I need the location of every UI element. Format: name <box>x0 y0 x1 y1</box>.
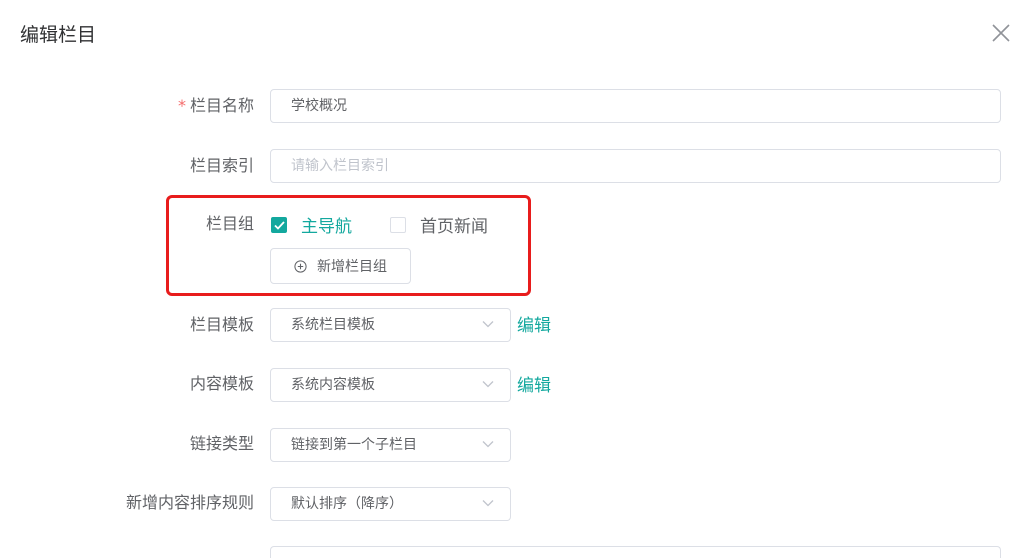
column-template-value: 系统栏目模板 <box>291 317 375 333</box>
chevron-down-icon <box>482 381 494 388</box>
group-label: 栏目组 <box>205 214 254 233</box>
dialog-title: 编辑栏目 <box>20 24 97 46</box>
content-template-value: 系统内容模板 <box>291 377 375 393</box>
column-template-edit-link[interactable]: 编辑 <box>517 309 551 343</box>
chevron-down-icon <box>482 500 494 507</box>
checkbox-box <box>390 216 406 233</box>
index-label: 栏目索引 <box>189 156 254 175</box>
close-button[interactable] <box>990 22 1012 44</box>
content-template-edit-link[interactable]: 编辑 <box>517 369 551 403</box>
close-icon <box>992 24 1010 42</box>
link-type-value: 链接到第一个子栏目 <box>291 437 417 453</box>
content-template-label: 内容模板 <box>189 374 254 393</box>
index-input-placeholder: 请输入栏目索引 <box>291 158 389 174</box>
checkbox-home-news[interactable]: 首页新闻 <box>390 212 488 237</box>
column-template-label: 栏目模板 <box>189 315 254 334</box>
sort-rule-label: 新增内容排序规则 <box>125 493 254 512</box>
checkbox-label: 首页新闻 <box>420 217 488 237</box>
add-column-group-label: 新增栏目组 <box>317 259 387 275</box>
chevron-down-icon <box>482 321 494 328</box>
link-type-select[interactable]: 链接到第一个子栏目 <box>270 428 511 462</box>
add-column-group-button[interactable]: 新增栏目组 <box>270 248 411 284</box>
sort-rule-select[interactable]: 默认排序（降序） <box>270 487 511 521</box>
checkbox-label: 主导航 <box>301 217 352 237</box>
name-input-value: 学校概况 <box>291 98 347 114</box>
check-icon <box>274 220 285 230</box>
sort-rule-value: 默认排序（降序） <box>291 496 403 512</box>
name-label: * 栏目名称 <box>178 89 254 123</box>
checkbox-main-nav[interactable]: 主导航 <box>271 212 352 237</box>
required-mark: * <box>177 96 186 115</box>
checkbox-box <box>271 216 287 233</box>
name-label-text: 栏目名称 <box>189 96 254 115</box>
chevron-down-icon <box>482 441 494 448</box>
plus-circle-icon <box>294 259 307 273</box>
name-input[interactable]: 学校概况 <box>270 89 1001 123</box>
content-template-select[interactable]: 系统内容模板 <box>270 368 511 402</box>
next-row-input-partial[interactable] <box>270 546 1001 558</box>
link-type-label: 链接类型 <box>189 434 254 453</box>
index-input[interactable]: 请输入栏目索引 <box>270 149 1001 183</box>
column-template-select[interactable]: 系统栏目模板 <box>270 308 511 342</box>
